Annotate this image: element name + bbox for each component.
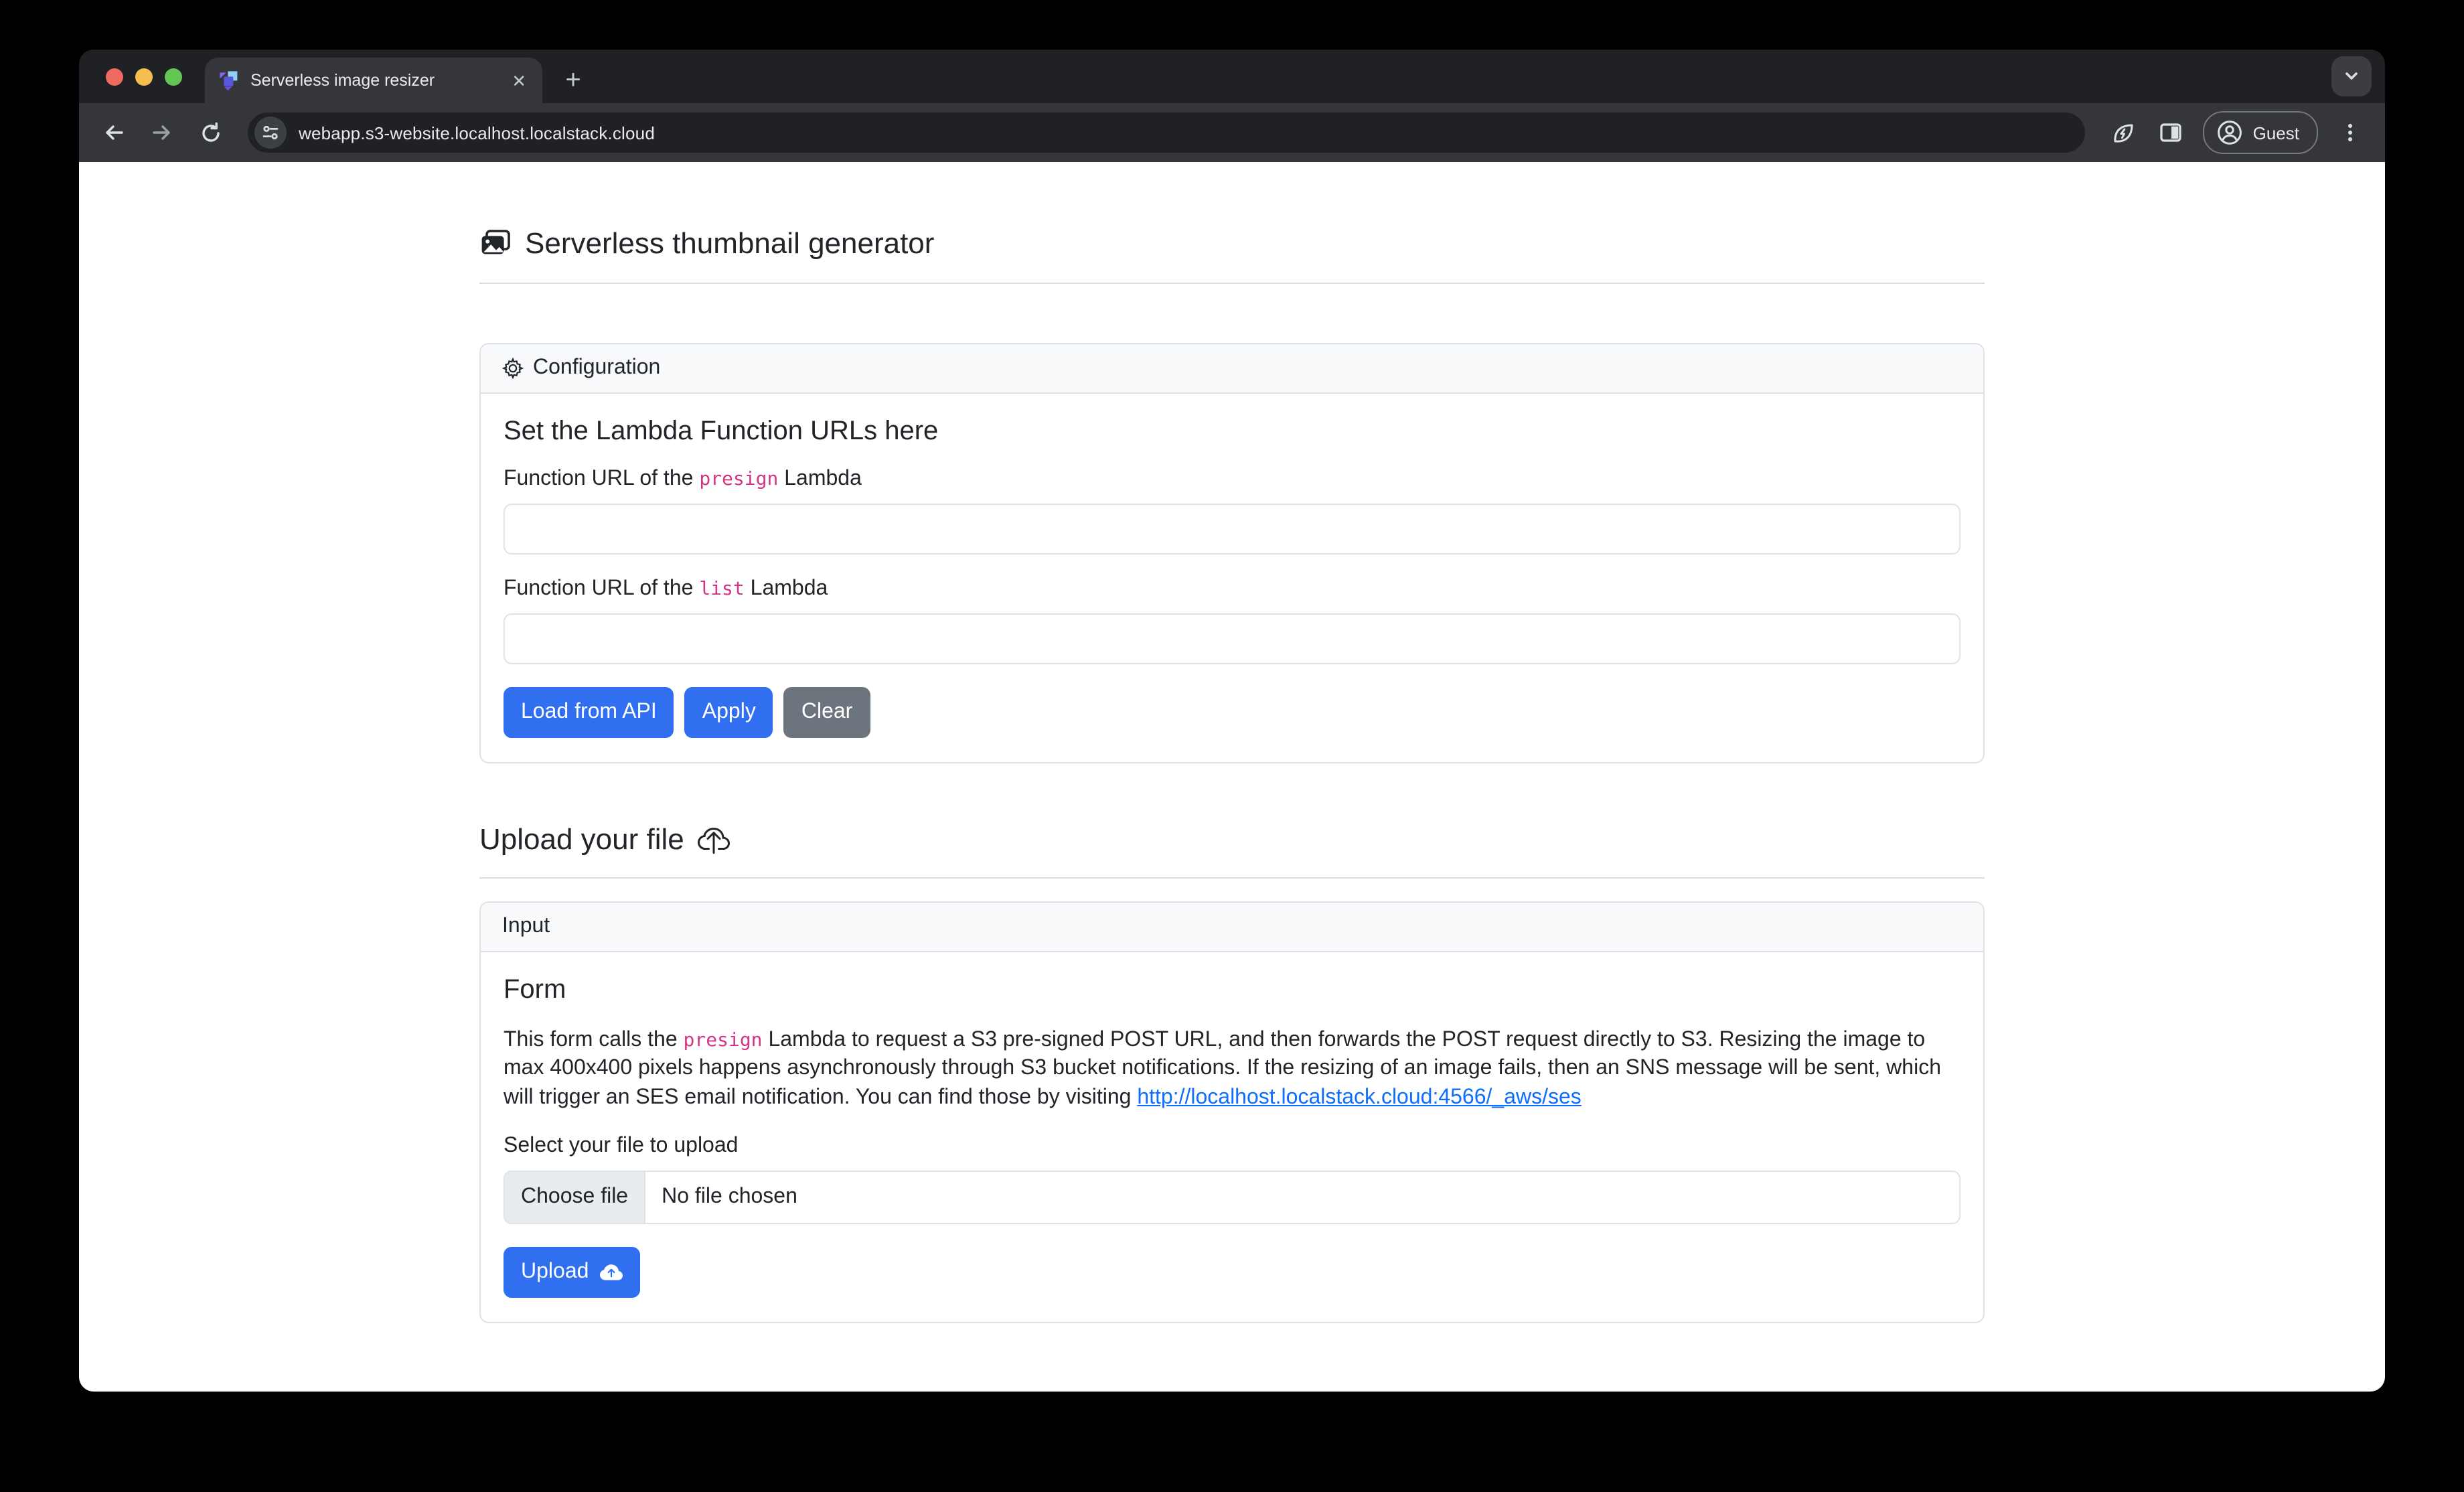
configuration-card-header: Configuration xyxy=(481,344,1983,394)
forward-arrow-icon xyxy=(150,121,174,145)
fullscreen-window-button[interactable] xyxy=(165,68,182,86)
tab-title: Serverless image resizer xyxy=(250,71,498,90)
upload-button-label: Upload xyxy=(521,1257,589,1289)
tab-close-icon[interactable]: ✕ xyxy=(509,69,529,92)
browser-menu-button[interactable] xyxy=(2329,111,2372,154)
configuration-card-title: Configuration xyxy=(533,356,660,380)
list-url-input[interactable] xyxy=(504,613,1960,664)
ses-link[interactable]: http://localhost.localstack.cloud:4566/_… xyxy=(1137,1086,1582,1109)
reload-icon xyxy=(199,121,222,144)
tab-search-button[interactable] xyxy=(2331,56,2372,96)
input-card-header: Input xyxy=(481,903,1983,952)
traffic-lights xyxy=(106,68,182,86)
screen: Serverless image resizer ✕ + xyxy=(0,0,2464,1492)
list-url-label: Function URL of the list Lambda xyxy=(504,577,1960,601)
back-arrow-icon xyxy=(102,121,126,145)
url-text[interactable]: webapp.s3-website.localhost.localstack.c… xyxy=(299,123,655,143)
images-icon xyxy=(479,228,512,260)
file-select-label: Select your file to upload xyxy=(504,1135,1960,1159)
browser-window: Serverless image resizer ✕ + xyxy=(79,50,2385,1392)
file-input[interactable]: Choose file No file chosen xyxy=(504,1171,1960,1225)
performance-button[interactable] xyxy=(2102,111,2145,154)
site-info-button[interactable] xyxy=(254,117,287,149)
page-title-text: Serverless thumbnail generator xyxy=(525,226,934,261)
minimize-window-button[interactable] xyxy=(135,68,153,86)
divider xyxy=(479,283,1985,284)
upload-section-heading: Upload your file xyxy=(479,822,1985,857)
form-heading: Form xyxy=(504,975,1960,1006)
reload-button[interactable] xyxy=(189,111,232,154)
side-panel-icon xyxy=(2159,121,2183,145)
profile-label: Guest xyxy=(2253,123,2299,143)
file-chosen-text: No file chosen xyxy=(645,1173,814,1223)
choose-file-button[interactable]: Choose file xyxy=(505,1173,645,1223)
cloud-arrow-up-icon xyxy=(599,1262,622,1284)
configuration-card: Configuration Set the Lambda Function UR… xyxy=(479,343,1985,763)
config-heading: Set the Lambda Function URLs here xyxy=(504,417,1960,447)
site-settings-icon xyxy=(261,123,280,142)
browser-toolbar: webapp.s3-website.localhost.localstack.c… xyxy=(79,103,2385,162)
clear-button[interactable]: Clear xyxy=(784,687,870,738)
close-window-button[interactable] xyxy=(106,68,123,86)
back-button[interactable] xyxy=(92,111,135,154)
presign-code: presign xyxy=(699,469,778,490)
address-bar[interactable]: webapp.s3-website.localhost.localstack.c… xyxy=(248,113,2086,153)
input-card-title: Input xyxy=(502,915,550,939)
new-tab-button[interactable]: + xyxy=(553,60,593,100)
upload-button[interactable]: Upload xyxy=(504,1248,639,1298)
forward-button[interactable] xyxy=(141,111,183,154)
guest-avatar-icon xyxy=(2217,119,2244,146)
list-code: list xyxy=(699,579,744,600)
presign-url-input[interactable] xyxy=(504,504,1960,554)
profile-button[interactable]: Guest xyxy=(2204,111,2318,154)
upload-heading-text: Upload your file xyxy=(479,822,684,857)
apply-button[interactable]: Apply xyxy=(685,687,773,738)
leaf-energy-icon xyxy=(2110,120,2136,145)
presign-code-inline: presign xyxy=(684,1030,763,1051)
browser-tab[interactable]: Serverless image resizer ✕ xyxy=(205,58,542,103)
presign-url-label: Function URL of the presign Lambda xyxy=(504,467,1960,492)
load-from-api-button[interactable]: Load from API xyxy=(504,687,674,738)
cloud-upload-icon xyxy=(698,824,730,856)
chevron-down-icon xyxy=(2342,67,2361,86)
web-page: Serverless thumbnail generator Configura… xyxy=(79,162,2385,1392)
gear-icon xyxy=(502,358,524,379)
kebab-menu-icon xyxy=(2339,122,2361,143)
favicon-image-resizer xyxy=(218,70,240,91)
divider xyxy=(479,877,1985,879)
input-card: Input Form This form calls the presign L… xyxy=(479,901,1985,1324)
tab-strip: Serverless image resizer ✕ + xyxy=(79,50,2385,103)
side-panel-button[interactable] xyxy=(2150,111,2193,154)
page-title: Serverless thumbnail generator xyxy=(479,226,1985,261)
form-description: This form calls the presign Lambda to re… xyxy=(504,1026,1960,1112)
